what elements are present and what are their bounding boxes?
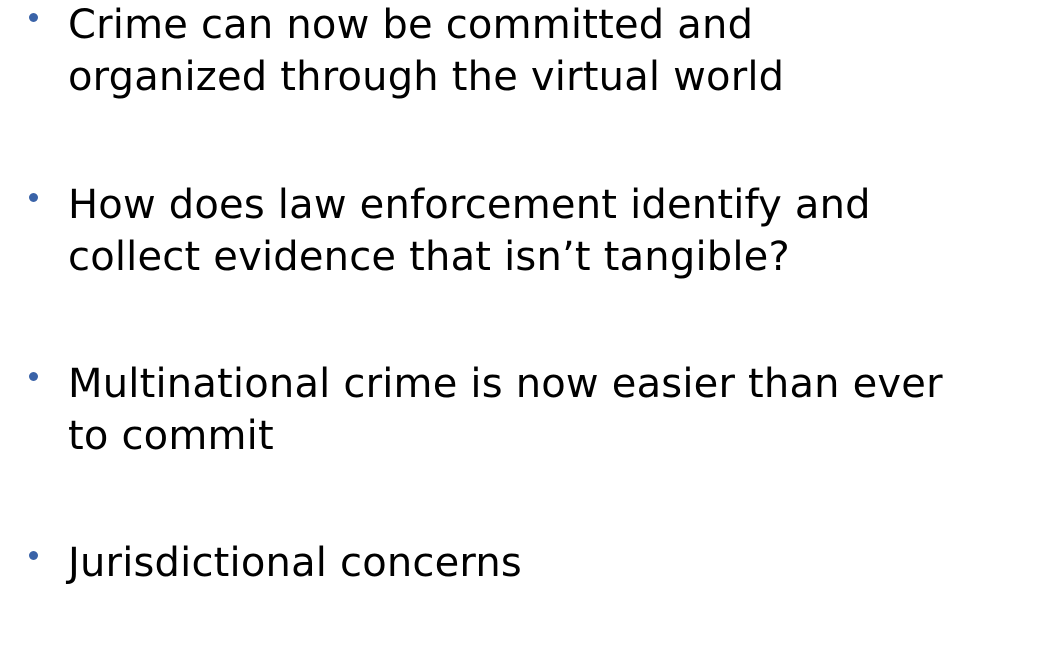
bullet-text: Multinational crime is now easier than e… xyxy=(68,358,1048,462)
bullet-item-evidence: How does law enforcement identify and col… xyxy=(0,182,1052,293)
bullet-item-multinational: Multinational crime is now easier than e… xyxy=(0,361,1052,472)
bullet-line-1: How does law enforcement identify and xyxy=(68,182,871,228)
bullet-line-2: organized through the virtual world xyxy=(68,54,785,100)
bullet-text: Crime can now be committed and organized … xyxy=(68,0,1048,103)
bullet-dot-icon xyxy=(29,193,38,202)
bullet-text: How does law enforcement identify and col… xyxy=(68,179,1048,283)
bullet-text: Jurisdictional concerns xyxy=(68,537,1048,589)
bullet-dot-icon xyxy=(29,372,38,381)
bullet-line-1: Crime can now be committed and xyxy=(68,2,754,48)
bullet-dot-icon xyxy=(29,551,38,560)
bullet-line-2: collect evidence that isn’t tangible? xyxy=(68,234,790,280)
slide: Crime can now be committed and organized … xyxy=(0,0,1052,606)
bullet-item-virtual-crime: Crime can now be committed and organized … xyxy=(0,0,1052,113)
bullet-dot-icon xyxy=(29,13,38,22)
bullet-line-1: Jurisdictional concerns xyxy=(68,540,522,586)
bullet-item-jurisdiction: Jurisdictional concerns xyxy=(0,540,1052,651)
bullet-line-1: Multinational crime is now easier than e… xyxy=(68,361,943,407)
bullet-line-2: to commit xyxy=(68,413,274,459)
